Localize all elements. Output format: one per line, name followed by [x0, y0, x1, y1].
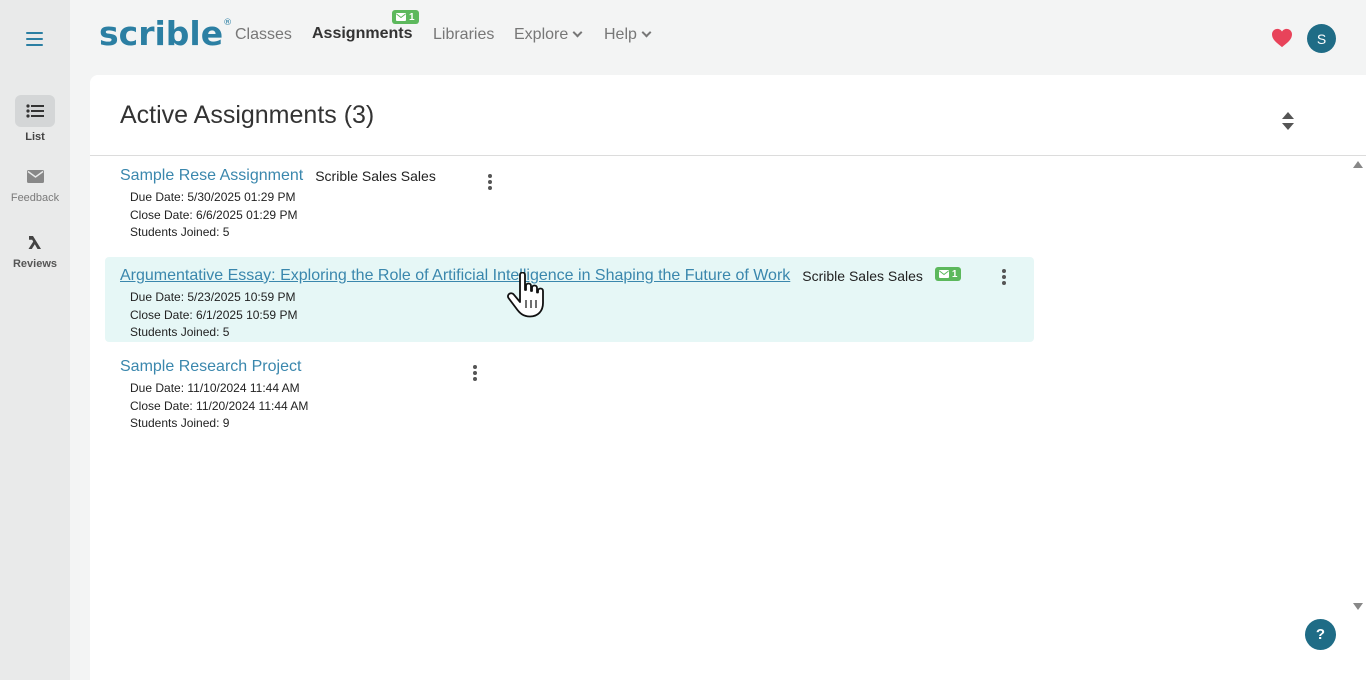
assignments-notification-badge: 1 [392, 10, 419, 24]
assignment-owner: Scrible Sales Sales [802, 268, 923, 284]
assignment-notification-badge: 1 [934, 267, 962, 281]
nav-assignments[interactable]: Assignments [312, 25, 412, 43]
scroll-down-arrow[interactable] [1353, 603, 1363, 610]
top-navbar: scrible® Classes 1 Assignments Libraries… [70, 0, 1366, 75]
logo-text: scrible [99, 14, 224, 53]
envelope-icon [938, 270, 949, 278]
close-date: Close Date: 6/6/2025 01:29 PM [130, 207, 298, 222]
students-joined: Students Joined: 5 [130, 325, 230, 339]
heart-icon[interactable] [1271, 28, 1293, 48]
scroll-up-arrow[interactable] [1353, 161, 1363, 168]
lambda-icon [28, 236, 41, 249]
sidebar-item-label: Feedback [10, 192, 60, 204]
logo-registered-mark: ® [223, 18, 233, 28]
assignment-details: Due Date: 11/10/2024 11:44 AM Close Date… [130, 380, 308, 433]
main-panel: Active Assignments (3) Sample Rese Assig… [90, 75, 1366, 680]
scrible-logo[interactable]: scrible® [99, 14, 232, 53]
more-options-icon[interactable] [488, 174, 492, 192]
envelope-icon [396, 13, 406, 21]
due-date: Due Date: 11/10/2024 11:44 AM [130, 381, 300, 395]
due-date: Due Date: 5/30/2025 01:29 PM [130, 190, 296, 204]
due-date: Due Date: 5/23/2025 10:59 PM [130, 290, 296, 304]
more-options-icon[interactable] [473, 365, 477, 383]
close-date: Close Date: 6/1/2025 10:59 PM [130, 307, 298, 322]
user-avatar[interactable]: S [1307, 24, 1336, 53]
nav-classes[interactable]: Classes [235, 26, 292, 44]
nav-explore[interactable]: Explore [514, 26, 583, 44]
assignment-item: Argumentative Essay: Exploring the Role … [105, 257, 1034, 342]
list-icon [26, 104, 44, 118]
sidebar-item-label: List [25, 131, 45, 143]
page-title: Active Assignments (3) [120, 101, 375, 129]
nav-explore-label: Explore [514, 26, 569, 43]
assignment-item: Sample Rese Assignment Scrible Sales Sal… [105, 157, 505, 243]
sidebar-item-label: Reviews [12, 258, 58, 270]
left-rail: List Feedback Reviews [0, 0, 70, 680]
close-date: Close Date: 11/20/2024 11:44 AM [130, 398, 309, 413]
sort-icon[interactable] [1282, 112, 1294, 130]
badge-count: 1 [409, 11, 415, 23]
more-options-icon[interactable] [1002, 269, 1006, 287]
chevron-down-icon [572, 27, 583, 38]
envelope-icon [26, 169, 44, 183]
nav-help[interactable]: Help [604, 26, 652, 44]
nav-help-label: Help [604, 26, 637, 43]
help-button[interactable]: ? [1305, 619, 1336, 650]
students-joined: Students Joined: 5 [130, 225, 230, 239]
panel-header: Active Assignments (3) [90, 75, 1366, 156]
assignment-details: Due Date: 5/23/2025 10:59 PM Close Date:… [130, 289, 297, 342]
hamburger-menu-icon[interactable] [26, 32, 43, 46]
badge-count: 1 [951, 268, 958, 280]
assignment-title-link[interactable]: Argumentative Essay: Exploring the Role … [120, 267, 790, 285]
assignment-item: Sample Research Project Due Date: 11/10/… [105, 348, 505, 434]
sidebar-item-list[interactable]: List [0, 95, 70, 143]
students-joined: Students Joined: 9 [130, 416, 230, 430]
sidebar-item-reviews[interactable]: Reviews [0, 228, 70, 270]
chevron-down-icon [641, 27, 652, 38]
assignment-details: Due Date: 5/30/2025 01:29 PM Close Date:… [130, 189, 297, 242]
sidebar-item-feedback[interactable]: Feedback [0, 162, 70, 204]
assignment-title-link[interactable]: Sample Research Project [120, 358, 301, 376]
assignment-title-link[interactable]: Sample Rese Assignment [120, 167, 303, 185]
nav-libraries[interactable]: Libraries [433, 26, 494, 44]
assignment-owner: Scrible Sales Sales [315, 168, 436, 184]
